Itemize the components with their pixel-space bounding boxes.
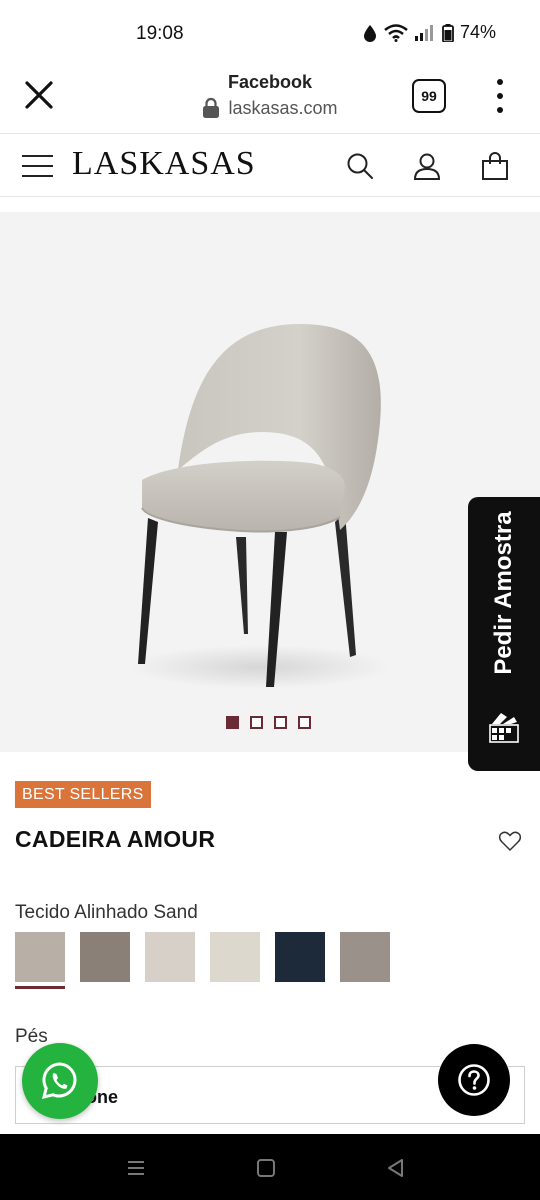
status-time: 19:08 [136,23,184,44]
whatsapp-icon [41,1062,77,1100]
request-sample-tab[interactable]: Pedir Amostra [468,497,540,771]
url-domain-row: laskasas.com [140,97,400,119]
lock-icon [203,97,220,118]
gallery-dot-3[interactable] [274,716,287,729]
product-image[interactable] [0,212,540,752]
fabric-label: Tecido Alinhado Sand [15,902,198,923]
kebab-menu-icon[interactable] [490,79,510,113]
back-icon[interactable] [384,1156,408,1180]
url-domain: laskasas.com [228,97,338,118]
page-source-title: Facebook [227,72,313,92]
heart-icon[interactable] [498,829,522,853]
close-icon[interactable] [22,78,56,112]
status-indicators: 74% [362,22,496,43]
battery-level: 74% [459,22,496,42]
fabric-swatch-1[interactable] [15,932,65,989]
help-button[interactable] [438,1044,510,1116]
wifi-icon [384,23,408,42]
search-icon[interactable] [345,151,375,181]
shopping-bag-icon[interactable] [480,151,510,181]
fabric-swatch-4[interactable] [210,932,260,982]
site-header: LASKASAS [0,135,540,197]
status-bar: 19:08 74% [0,0,540,62]
request-sample-label: Pedir Amostra [490,511,517,675]
browser-toolbar: Facebook laskasas.com 99 [0,62,540,134]
fabric-swatches [15,932,390,989]
gallery-pagination [226,716,311,729]
signal-icon [414,24,433,41]
color-palette-icon [489,713,519,743]
fabric-swatch-2[interactable] [80,932,130,982]
hamburger-menu-icon[interactable] [22,155,53,177]
fabric-swatch-5[interactable] [275,932,325,982]
product-title: CADEIRA AMOUR [15,826,216,852]
feet-label: Pés [15,1026,48,1047]
chair-illustration [130,324,390,689]
recent-apps-icon[interactable] [124,1156,148,1180]
home-icon[interactable] [254,1156,278,1180]
battery-icon [442,23,454,42]
data-saver-icon [363,24,376,42]
system-nav-bar [0,1134,540,1200]
best-sellers-badge: BEST SELLERS [15,781,151,808]
fabric-swatch-3[interactable] [145,932,195,982]
site-logo[interactable]: LASKASAS [72,145,256,183]
gallery-dot-1[interactable] [226,716,239,729]
fabric-swatch-6[interactable] [340,932,390,982]
tab-count-button[interactable]: 99 [412,79,446,113]
user-icon[interactable] [412,151,442,181]
url-block[interactable]: Facebook laskasas.com [140,72,400,119]
whatsapp-button[interactable] [22,1043,98,1119]
gallery-dot-4[interactable] [298,716,311,729]
gallery-dot-2[interactable] [250,716,263,729]
question-mark-icon [458,1064,490,1096]
